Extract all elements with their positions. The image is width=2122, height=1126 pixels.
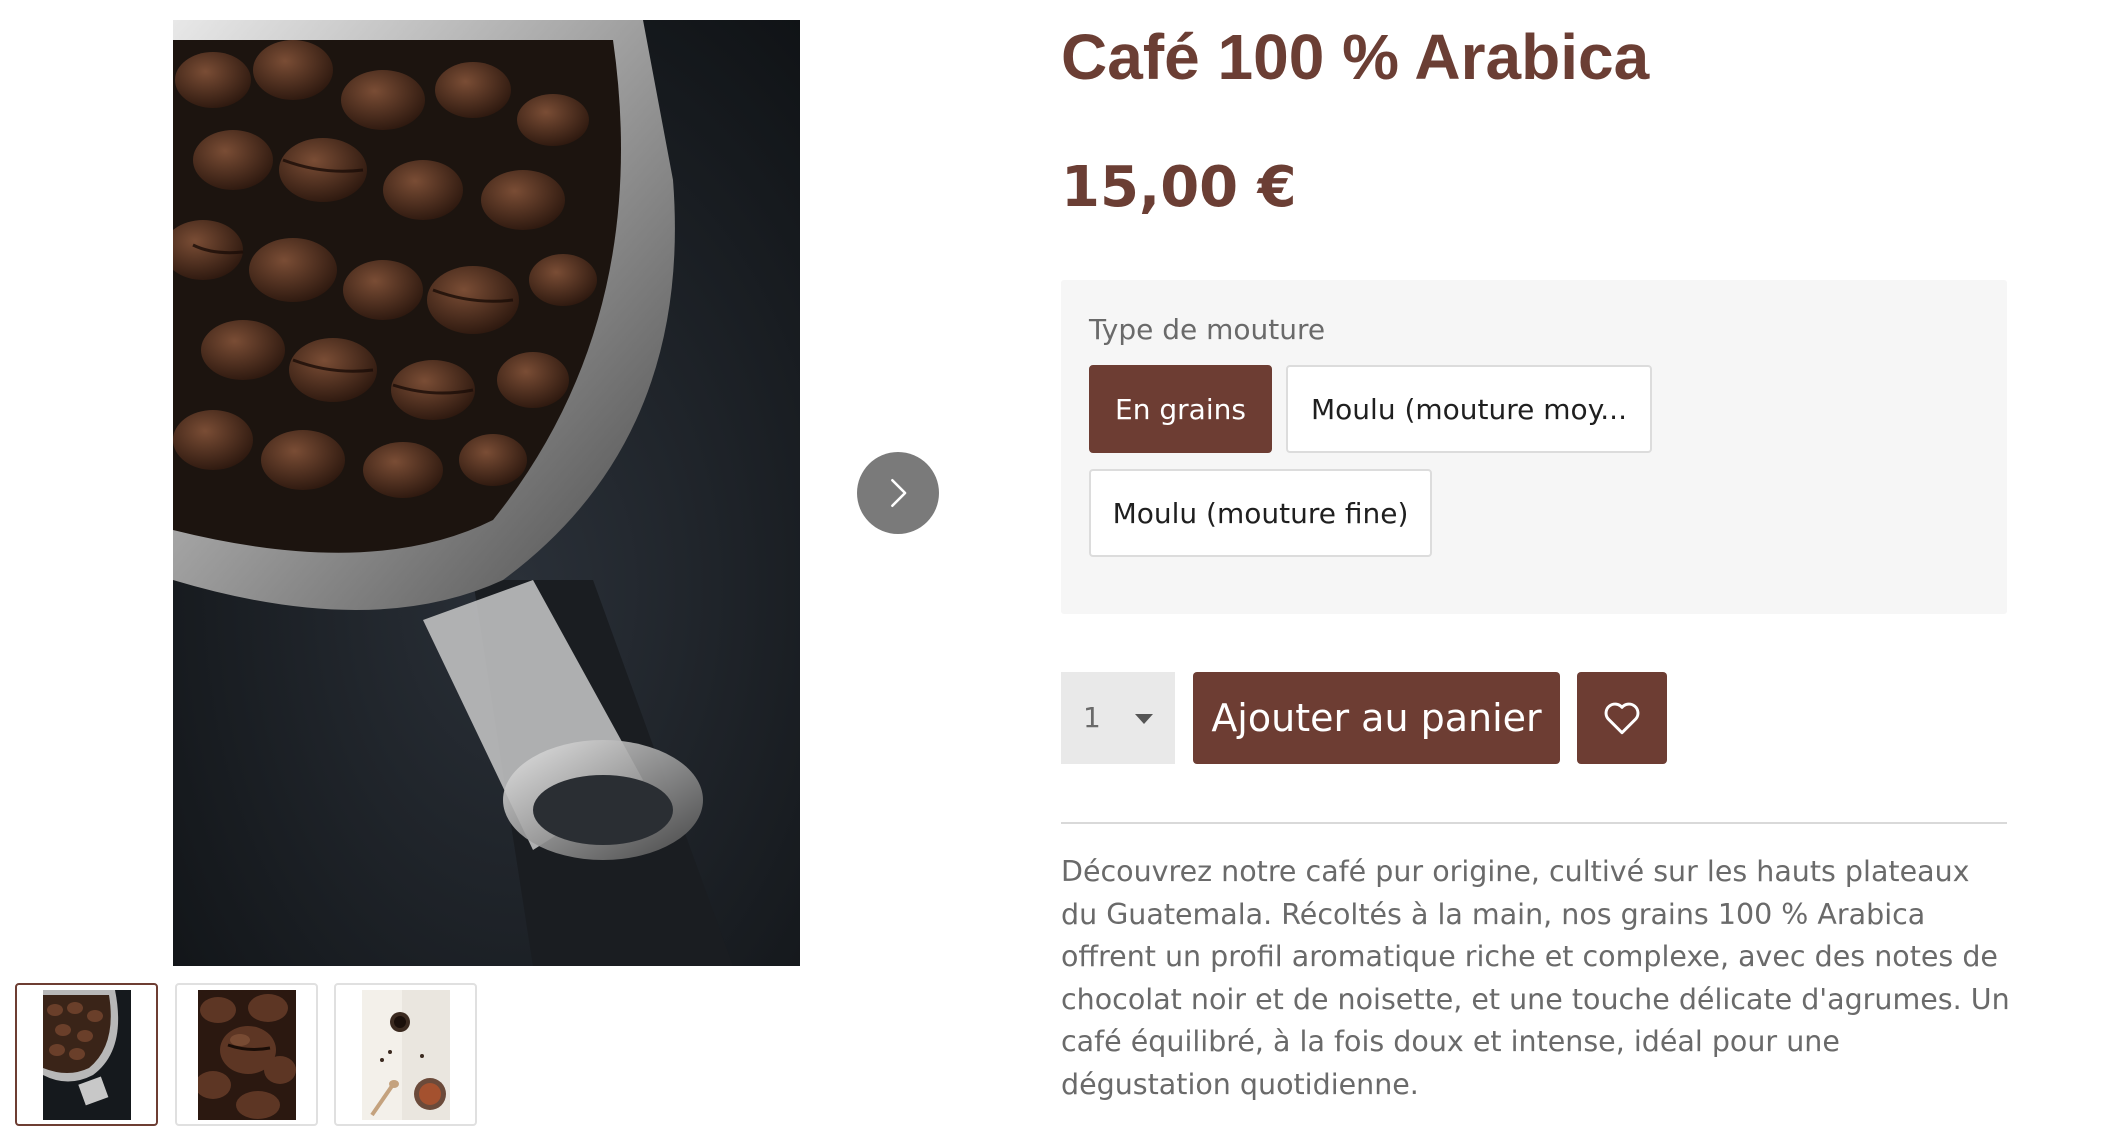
product-price: 15,00 € — [1061, 155, 1297, 220]
caret-down-icon — [1135, 714, 1153, 724]
product-main-image — [173, 20, 800, 966]
product-title: Café 100 % Arabica — [1061, 21, 1650, 93]
next-image-button[interactable] — [857, 452, 939, 534]
chevron-right-icon — [891, 478, 907, 508]
option-moulu-fine[interactable]: Moulu (mouture fine) — [1089, 469, 1432, 557]
thumbnail-image — [42, 989, 131, 1120]
divider — [1061, 822, 2007, 824]
option-en-grains[interactable]: En grains — [1089, 365, 1272, 453]
product-description: Découvrez notre café pur origine, cultiv… — [1061, 855, 2010, 1101]
thumbnail-2[interactable] — [175, 983, 318, 1126]
thumbnail-3[interactable] — [334, 983, 477, 1126]
add-to-cart-button[interactable]: Ajouter au panier — [1193, 672, 1560, 764]
thumbnail-image — [361, 989, 450, 1120]
heart-icon — [1604, 702, 1640, 735]
quantity-value: 1 — [1083, 701, 1101, 734]
thumbnail-1[interactable] — [15, 983, 158, 1126]
wishlist-button[interactable] — [1577, 672, 1667, 764]
variant-label: Type de mouture — [1089, 313, 1326, 346]
option-moulu-moyenne[interactable]: Moulu (mouture moy... — [1286, 365, 1652, 453]
thumbnail-image — [197, 989, 296, 1120]
quantity-select[interactable]: 1 — [1061, 672, 1175, 764]
